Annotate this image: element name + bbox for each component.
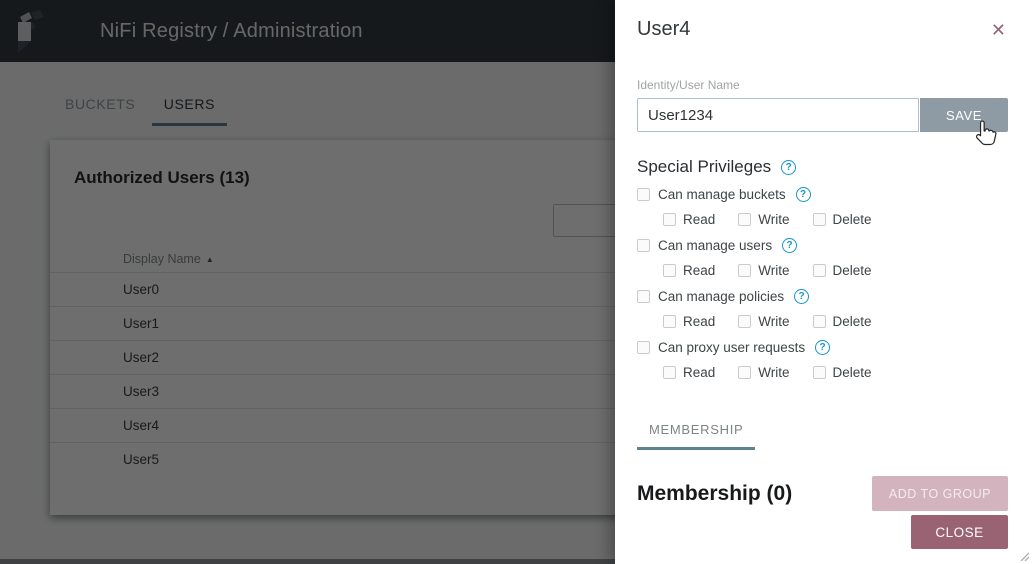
- help-icon[interactable]: ?: [815, 340, 830, 355]
- privilege-can-manage-users: Can manage users ?: [637, 237, 1008, 253]
- checkbox[interactable]: [637, 188, 650, 201]
- permission-write: Write: [738, 365, 789, 380]
- special-privileges-title: Special Privileges: [637, 157, 771, 177]
- permission-read: Read: [663, 263, 715, 278]
- help-icon[interactable]: ?: [781, 160, 796, 175]
- checkbox[interactable]: [637, 341, 650, 354]
- permission-delete: Delete: [813, 263, 872, 278]
- app-window: NiFi Registry / Administration BUCKETS U…: [0, 0, 1032, 564]
- checkbox[interactable]: [813, 315, 826, 328]
- identity-input[interactable]: [637, 98, 919, 132]
- permission-row: Read Write Delete: [663, 262, 1008, 278]
- permission-write: Write: [738, 314, 789, 329]
- checkbox[interactable]: [637, 290, 650, 303]
- checkbox[interactable]: [813, 366, 826, 379]
- permission-delete: Delete: [813, 314, 872, 329]
- cursor-pointer-icon: [972, 119, 999, 149]
- help-icon[interactable]: ?: [794, 289, 809, 304]
- close-button[interactable]: CLOSE: [911, 515, 1008, 549]
- dialog-header: User4 ✕: [637, 0, 1008, 41]
- privilege-label: Can manage users: [658, 238, 772, 253]
- resize-handle[interactable]: [1019, 551, 1029, 561]
- privilege-label: Can proxy user requests: [658, 340, 805, 355]
- checkbox[interactable]: [663, 366, 676, 379]
- tab-membership[interactable]: MEMBERSHIP: [637, 422, 755, 450]
- membership-header-row: Membership (0) ADD TO GROUP: [637, 476, 1008, 511]
- help-icon[interactable]: ?: [782, 238, 797, 253]
- identity-row: SAVE: [637, 98, 1008, 132]
- permission-read: Read: [663, 314, 715, 329]
- permission-read: Read: [663, 365, 715, 380]
- privilege-can-manage-policies: Can manage policies ?: [637, 288, 1008, 304]
- add-to-group-button[interactable]: ADD TO GROUP: [872, 476, 1008, 511]
- checkbox[interactable]: [738, 213, 751, 226]
- permission-delete: Delete: [813, 212, 872, 227]
- privilege-label: Can manage buckets: [658, 187, 786, 202]
- special-privileges-header: Special Privileges ?: [637, 157, 1008, 177]
- checkbox[interactable]: [663, 213, 676, 226]
- checkbox[interactable]: [813, 264, 826, 277]
- checkbox[interactable]: [663, 264, 676, 277]
- permission-write: Write: [738, 212, 789, 227]
- privilege-can-proxy-user-requests: Can proxy user requests ?: [637, 339, 1008, 355]
- checkbox[interactable]: [738, 366, 751, 379]
- privilege-label: Can manage policies: [658, 289, 784, 304]
- permission-row: Read Write Delete: [663, 211, 1008, 227]
- permission-delete: Delete: [813, 365, 872, 380]
- permission-row: Read Write Delete: [663, 313, 1008, 329]
- permission-write: Write: [738, 263, 789, 278]
- privilege-can-manage-buckets: Can manage buckets ?: [637, 186, 1008, 202]
- help-icon[interactable]: ?: [796, 187, 811, 202]
- permission-read: Read: [663, 212, 715, 227]
- close-icon[interactable]: ✕: [991, 21, 1006, 39]
- dialog-title: User4: [637, 18, 690, 41]
- checkbox[interactable]: [738, 315, 751, 328]
- checkbox[interactable]: [738, 264, 751, 277]
- checkbox[interactable]: [637, 239, 650, 252]
- identity-field-label: Identity/User Name: [637, 78, 1008, 92]
- checkbox[interactable]: [663, 315, 676, 328]
- membership-title: Membership (0): [637, 482, 792, 506]
- permission-row: Read Write Delete: [663, 364, 1008, 380]
- user-dialog: User4 ✕ Identity/User Name SAVE Special …: [615, 0, 1032, 564]
- checkbox[interactable]: [813, 213, 826, 226]
